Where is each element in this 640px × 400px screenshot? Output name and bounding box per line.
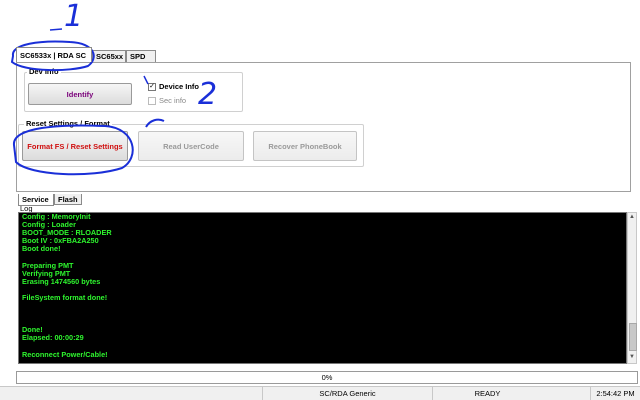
log-scrollbar[interactable]: ▲ ▼ [627,212,637,364]
scroll-thumb[interactable] [629,323,637,351]
read-usercode-button[interactable]: Read UserCode [138,131,244,161]
identify-button[interactable]: Identify [28,83,132,105]
log-output[interactable]: Config : MemoryInit Config : Loader BOOT_M… [18,212,627,364]
recover-phonebook-button[interactable]: Recover PhoneBook [253,131,357,161]
progress-bar: 0% [16,371,638,384]
annotation-number-1: 1 [64,0,83,34]
log-line: Elapsed: 00:00:29 [22,333,84,343]
progress-text: 0% [321,373,333,382]
log-lines: Config : MemoryInit Config : Loader BOOT_M… [22,213,112,359]
sec-info-checkbox[interactable] [148,97,156,105]
sec-info-label: Sec info [159,96,187,105]
scroll-down-arrow-icon[interactable]: ▼ [629,354,635,360]
dev-info-label: Dev Info [27,67,61,76]
annotation-underline [49,28,63,31]
status-time: 2:54:42 PM [590,387,640,400]
tab-spd-fp[interactable]: SPD FP [126,50,156,73]
tab-sc6533x-rda-sc[interactable]: SC6533x | RDA SC [16,47,92,62]
tab-flash[interactable]: Flash [54,194,82,205]
reset-settings-label: Reset Settings / Format [24,119,112,128]
status-model: SC/RDA Generic [262,387,432,400]
scroll-up-arrow-icon[interactable]: ▲ [629,214,635,220]
log-line: Erasing 1474560 bytes [22,276,101,286]
log-line: Reconnect Power/Cable! [22,349,108,359]
device-info-checkbox[interactable]: ✓ [148,83,156,91]
status-state: READY [432,387,542,400]
format-fs-reset-settings-button[interactable]: Format FS / Reset Settings [22,131,128,161]
tab-sc65xx[interactable]: SC65xx [92,50,126,62]
status-bar: SC/RDA Generic READY 2:54:42 PM [0,386,640,400]
device-info-label: Device Info [159,82,200,91]
log-line: Boot done! [22,244,61,254]
log-line: FileSystem format done! [22,292,108,302]
